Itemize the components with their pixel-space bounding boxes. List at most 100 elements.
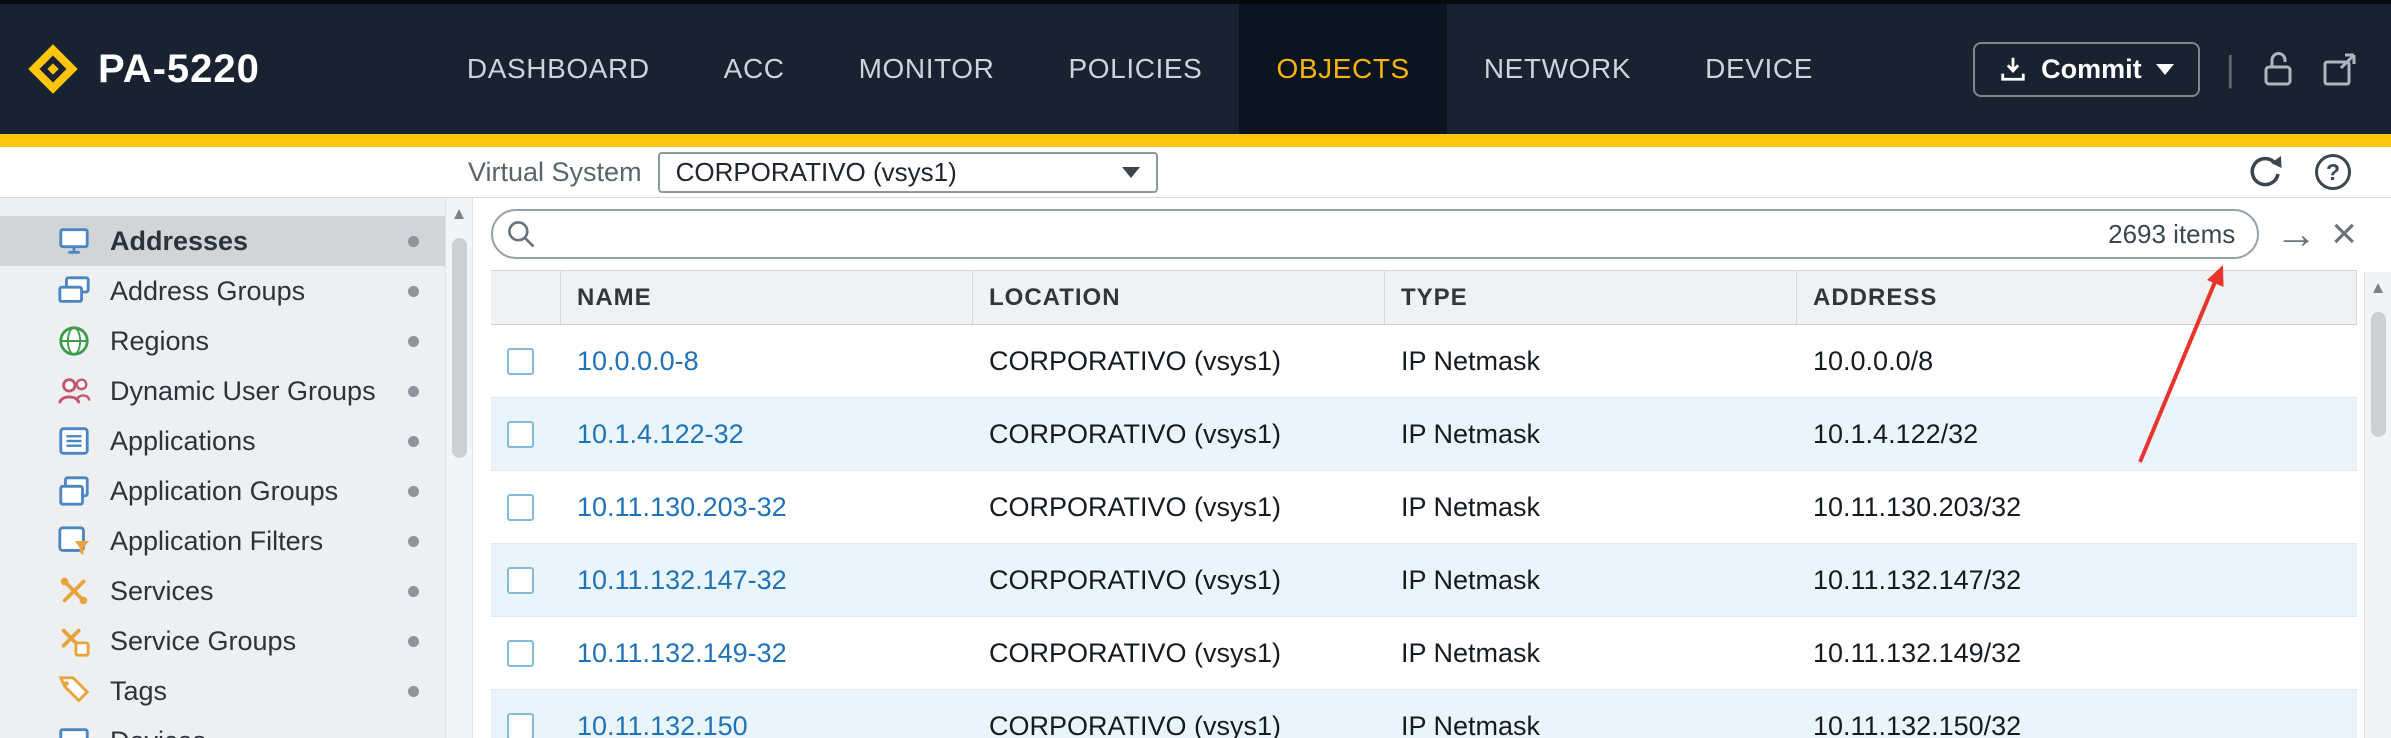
sidebar-item-label: Address Groups: [110, 276, 305, 307]
sidebar-item-addresses[interactable]: Addresses: [0, 216, 445, 266]
sidebar-item-label: Application Groups: [110, 476, 338, 507]
address-name-link[interactable]: 10.11.132.149-32: [577, 638, 787, 668]
row-address: 10.11.130.203/32: [1797, 492, 2357, 523]
sidebar-scrollbar[interactable]: ▲: [445, 198, 473, 738]
sidebar-item-application-groups[interactable]: Application Groups: [0, 466, 445, 516]
table-row: 10.11.132.147-32CORPORATIVO (vsys1)IP Ne…: [491, 544, 2357, 617]
row-name-cell: 10.1.4.122-32: [561, 419, 973, 450]
row-name-cell: 10.11.132.150: [561, 711, 973, 738]
row-checkbox-cell: [491, 567, 561, 594]
sidebar-item-service-groups[interactable]: Service Groups: [0, 616, 445, 666]
items-count-badge: 2693 items: [2108, 219, 2235, 250]
address-groups-icon: [56, 273, 92, 309]
table-scrollbar[interactable]: ▲: [2364, 272, 2391, 738]
row-checkbox[interactable]: [507, 348, 534, 375]
sidebar-item-label: Regions: [110, 326, 209, 357]
main-nav-tabs: DASHBOARDACCMONITORPOLICIESOBJECTSNETWOR…: [430, 4, 1850, 134]
row-checkbox-cell: [491, 640, 561, 667]
sidebar-item-regions[interactable]: Regions: [0, 316, 445, 366]
save-config-icon[interactable]: [2321, 50, 2359, 88]
address-name-link[interactable]: 10.11.132.150: [577, 711, 748, 738]
row-checkbox-cell: [491, 713, 561, 738]
column-header-location[interactable]: LOCATION: [973, 271, 1385, 324]
lock-icon[interactable]: [2261, 49, 2295, 89]
help-icon[interactable]: ?: [2313, 152, 2353, 192]
devices-icon: [56, 723, 92, 738]
chevron-down-icon: [2156, 64, 2174, 75]
nav-tab-policies[interactable]: POLICIES: [1032, 4, 1240, 134]
nav-tab-device[interactable]: DEVICE: [1668, 4, 1850, 134]
row-type: IP Netmask: [1385, 419, 1797, 450]
topbar-actions: Commit |: [1973, 4, 2391, 134]
sidebar-item-services[interactable]: Services: [0, 566, 445, 616]
status-dot: [408, 286, 419, 297]
status-dot: [408, 336, 419, 347]
row-type: IP Netmask: [1385, 346, 1797, 377]
row-name-cell: 10.11.132.147-32: [561, 565, 973, 596]
address-name-link[interactable]: 10.11.132.147-32: [577, 565, 787, 595]
nav-tab-network[interactable]: NETWORK: [1447, 4, 1668, 134]
sidebar-item-label: Addresses: [110, 226, 248, 257]
search-row: 2693 items → ×: [491, 208, 2357, 260]
table-row: 10.11.132.149-32CORPORATIVO (vsys1)IP Ne…: [491, 617, 2357, 690]
row-checkbox-cell: [491, 494, 561, 521]
objects-sidebar: Addresses Address Groups Regions Dynamic Us…: [0, 198, 445, 738]
table-row: 10.0.0.0-8CORPORATIVO (vsys1)IP Netmask1…: [491, 325, 2357, 398]
nav-tab-monitor[interactable]: MONITOR: [822, 4, 1032, 134]
nav-tab-dashboard[interactable]: DASHBOARD: [430, 4, 687, 134]
dynamic-user-groups-icon: [56, 373, 92, 409]
address-name-link[interactable]: 10.1.4.122-32: [577, 419, 744, 449]
row-checkbox[interactable]: [507, 494, 534, 521]
commit-button[interactable]: Commit: [1973, 42, 2200, 97]
scroll-up-icon[interactable]: ▲: [2365, 278, 2391, 298]
table-row: 10.1.4.122-32 CORPORATIVO (vsys1)IP Netma…: [491, 398, 2357, 471]
device-model-label: PA-5220: [98, 47, 260, 92]
sidebar-item-tags[interactable]: Tags: [0, 666, 445, 716]
scrollbar-thumb[interactable]: [452, 238, 467, 458]
status-dot: [408, 236, 419, 247]
table-row: 10.11.132.150CORPORATIVO (vsys1)IP Netma…: [491, 690, 2357, 738]
row-location: CORPORATIVO (vsys1): [973, 419, 1385, 450]
virtual-system-select[interactable]: CORPORATIVO (vsys1): [658, 152, 1158, 193]
sidebar-item-label: Applications: [110, 426, 256, 457]
clear-filter-icon[interactable]: ×: [2331, 212, 2357, 256]
sidebar-item-label: Devices: [110, 726, 206, 738]
row-address: 10.11.132.147/32: [1797, 565, 2357, 596]
row-name-cell: 10.0.0.0-8: [561, 346, 973, 377]
status-dot: [408, 636, 419, 647]
sidebar-item-label: Tags: [110, 676, 167, 707]
row-address: 10.11.132.149/32: [1797, 638, 2357, 669]
services-icon: [56, 573, 92, 609]
row-checkbox[interactable]: [507, 640, 534, 667]
accent-stripe: [0, 134, 2391, 147]
scrollbar-thumb[interactable]: [2371, 312, 2386, 437]
row-location: CORPORATIVO (vsys1): [973, 565, 1385, 596]
column-header-address[interactable]: ADDRESS: [1797, 271, 2357, 324]
paloalto-logo-icon: [26, 42, 80, 96]
column-header-checkbox: [491, 271, 561, 324]
applications-icon: [56, 423, 92, 459]
apply-filter-arrow-icon[interactable]: →: [2275, 213, 2317, 255]
sidebar-item-dynamic-user-groups[interactable]: Dynamic User Groups: [0, 366, 445, 416]
row-checkbox[interactable]: [507, 713, 534, 738]
sidebar-item-address-groups[interactable]: Address Groups: [0, 266, 445, 316]
sidebar-item-applications[interactable]: Applications: [0, 416, 445, 466]
nav-tab-objects[interactable]: OBJECTS: [1239, 4, 1446, 134]
row-type: IP Netmask: [1385, 638, 1797, 669]
nav-tab-acc[interactable]: ACC: [687, 4, 822, 134]
search-input[interactable]: [547, 214, 2098, 254]
row-location: CORPORATIVO (vsys1): [973, 711, 1385, 738]
refresh-icon[interactable]: [2245, 152, 2285, 192]
address-name-link[interactable]: 10.11.130.203-32: [577, 492, 787, 522]
row-location: CORPORATIVO (vsys1): [973, 492, 1385, 523]
column-header-name[interactable]: NAME: [561, 271, 973, 324]
sidebar-item-application-filters[interactable]: Application Filters: [0, 516, 445, 566]
column-header-type[interactable]: TYPE: [1385, 271, 1797, 324]
application-filters-icon: [56, 523, 92, 559]
row-checkbox[interactable]: [507, 421, 534, 448]
firewall-webui: PA-5220 DASHBOARDACCMONITORPOLICIESOBJEC…: [0, 0, 2391, 738]
sidebar-item-devices[interactable]: Devices: [0, 716, 445, 738]
row-checkbox[interactable]: [507, 567, 534, 594]
address-name-link[interactable]: 10.0.0.0-8: [577, 346, 699, 376]
scroll-up-icon[interactable]: ▲: [446, 204, 472, 224]
